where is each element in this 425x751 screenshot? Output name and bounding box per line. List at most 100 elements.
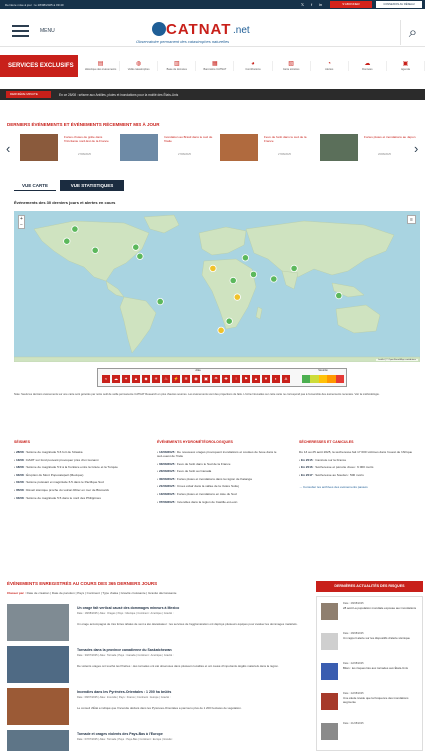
events-world-map[interactable]: + − ≡ Leaflet | © OpenStreetMap contribut… [14,211,420,362]
service-tile[interactable]: ◔ Alertes [311,61,349,71]
carousel-next-icon[interactable]: › [414,141,418,156]
carousel-prev-icon[interactable]: ‹ [6,141,10,156]
column-item[interactable]: • 04/08 : Éruption du Mont Popocatépetl … [14,473,139,477]
news-item[interactable]: Date : 28/08/2025 28 août La population m… [321,601,419,627]
hazard-legend-icon[interactable]: ⚑ [242,375,250,383]
recorded-event-title[interactable]: Un orage fait vertical causé des dommage… [77,606,179,610]
event-marker[interactable] [71,225,79,233]
column-item[interactable]: • 07/08/2025 : Incendies dans la région … [157,500,282,504]
event-marker[interactable] [63,237,71,245]
menu-label[interactable]: MENU [40,28,55,34]
event-thumbnail[interactable] [220,134,258,161]
catnat-logo-icon[interactable] [152,22,166,36]
column-item[interactable]: • 18/08 : Séisme de magnitude 5.9 à la f… [14,465,139,469]
hazard-legend-icon[interactable]: ▼ [262,375,270,383]
recorded-event-image[interactable] [7,604,69,641]
event-marker[interactable] [132,243,140,251]
column-item[interactable]: • 13/08 : DART sur fond pouvant provoque… [14,458,139,462]
hazard-legend-icon[interactable]: ☀ [152,375,160,383]
column-item[interactable]: • 14/08/2025 : De nouveaux orages provoq… [157,450,282,458]
recorded-event-title[interactable]: Incendies dans les Pyrénées-Orientales :… [77,690,171,694]
hazard-legend-icon[interactable]: ❄ [182,375,190,383]
breaking-news-text[interactable]: En ce 28/08 : séisme aux Antilles, pluie… [59,93,178,97]
event-marker[interactable] [156,298,164,306]
recorded-event[interactable]: Tornade et orages violents des Pays-Bas … [7,730,307,751]
column-item[interactable]: • 04/08 : Séisme de magnitude 5.5 dans l… [14,496,139,500]
carousel-event-card[interactable]: Fortes pluies et inondations au Japon 26/… [320,134,416,162]
tab-stats-view[interactable]: VUE STATISTIQUES [60,180,124,191]
event-marker[interactable] [249,270,258,279]
event-title[interactable]: Fortes pluies et inondations au Japon [364,135,416,140]
service-tile[interactable]: ☁ Données [349,61,387,71]
news-title[interactable]: 28 août La population mondiale exposée a… [343,606,419,611]
recorded-event[interactable]: Incendies dans les Pyrénées-Orientales :… [7,688,307,726]
sort-options[interactable]: Date de création | Date de parution | Pa… [27,591,177,595]
hazard-legend-icon[interactable]: ◐ [272,375,280,383]
event-title[interactable]: Feux de forêt dans le sud de la France [264,135,316,144]
hazard-legend-icon[interactable]: ⚡ [172,375,180,383]
carousel-event-card[interactable]: Fortes chutes de grêle dans l'Occitanie … [20,134,116,162]
event-thumbnail[interactable] [120,134,158,161]
recorded-event[interactable]: Un orage fait vertical causé des dommage… [7,604,307,642]
column-item[interactable]: Du 13 au 25 août 2025, la sécheresse fai… [299,450,424,454]
search-button[interactable]: ⌕ [400,20,425,45]
news-item[interactable]: Date : 22/08/2025 Une étude révèle que la… [321,691,419,717]
hazard-legend-icon[interactable]: ≈ [102,375,110,383]
service-tile[interactable]: ▥ Base de données [158,61,197,71]
carousel-event-card[interactable]: Feux de forêt dans le sud de la France 27… [220,134,316,162]
archives-link[interactable]: → Consulter les archives des événements … [299,485,424,489]
hazard-legend-icon[interactable]: A [282,375,290,383]
service-tile[interactable]: ▣ Agenda [387,61,425,71]
recorded-event-image[interactable] [7,730,69,751]
hazard-legend-icon[interactable]: ▲ [252,375,260,383]
hazard-legend-icon[interactable]: ☁ [112,375,120,383]
column-item[interactable]: • 01/08 : Séisme puissant et magnitude 6… [14,480,139,484]
column-item[interactable]: • 28/08 : Séisme de magnitude 5.6 fort d… [14,450,139,454]
column-item[interactable]: • 03/08/2025 : Feux de forêt dans le Sud… [157,462,282,466]
event-thumbnail[interactable] [20,134,58,161]
service-tile[interactable]: ▦ Baromètre CATNAT [196,61,235,71]
column-item[interactable]: • 05/08 : Réveil sismique proche du volc… [14,488,139,492]
news-title[interactable]: Un rapport alerte sur les dispositifs d'… [343,636,419,641]
event-marker[interactable] [91,246,99,254]
event-marker[interactable] [209,264,217,273]
service-tile[interactable]: ◕ Contributions [234,61,273,71]
event-marker[interactable] [335,292,343,300]
news-item[interactable]: Date : 28/08/2025 Un rapport alerte sur l… [321,631,419,657]
map-zoom-control[interactable]: + − [18,215,25,229]
recorded-event-title[interactable]: Tornade et orages violents des Pays-Bas … [77,732,163,736]
hazard-legend-icon[interactable]: ▲ [132,375,140,383]
news-thumbnail[interactable] [321,723,338,740]
recorded-event[interactable]: Tornades dans la province canadienne du … [7,646,307,684]
recorded-event-image[interactable] [7,646,69,683]
hazard-legend-icon[interactable]: ✚ [222,375,230,383]
hazard-legend-icon[interactable]: ◆ [142,375,150,383]
news-title[interactable]: Bilan : les risques liés aux tornades au… [343,666,419,671]
event-marker[interactable] [241,254,249,262]
service-tile[interactable]: ▤ Historique des événements [82,61,121,71]
service-tile[interactable]: ▧ Carte sinistres [273,61,311,71]
column-item[interactable]: • 30/08/2025 : Fortes pluies et inondati… [157,477,282,481]
hazard-legend-icon[interactable]: ◉ [192,375,200,383]
event-marker[interactable] [225,317,233,325]
twitter-icon[interactable]: 𝕏 [300,2,305,7]
network-login-button[interactable]: CONNEXION AU RÉSEAU [376,1,422,8]
event-marker[interactable] [136,252,144,260]
event-thumbnail[interactable] [320,134,358,161]
event-marker[interactable] [217,326,225,334]
hazard-legend-icon[interactable]: ▣ [202,375,210,383]
news-thumbnail[interactable] [321,693,338,710]
zoom-out-icon[interactable]: − [19,222,24,228]
hazard-legend-icon[interactable]: ☂ [212,375,220,383]
layers-icon[interactable]: ≡ [407,215,416,224]
event-marker[interactable] [233,293,241,301]
event-marker[interactable] [229,276,237,285]
hamburger-menu-icon[interactable] [12,25,29,37]
news-thumbnail[interactable] [321,663,338,680]
news-thumbnail[interactable] [321,603,338,620]
carousel-event-card[interactable]: Inondation au Brésil dans le sud de l'It… [120,134,216,162]
subscribe-button[interactable]: S'ABONNER [330,1,372,8]
hazard-legend-icon[interactable]: ✦ [122,375,130,383]
event-marker[interactable] [290,264,298,273]
column-item[interactable]: • 21/08/2025 : Crues éclair dans la vall… [157,484,282,488]
